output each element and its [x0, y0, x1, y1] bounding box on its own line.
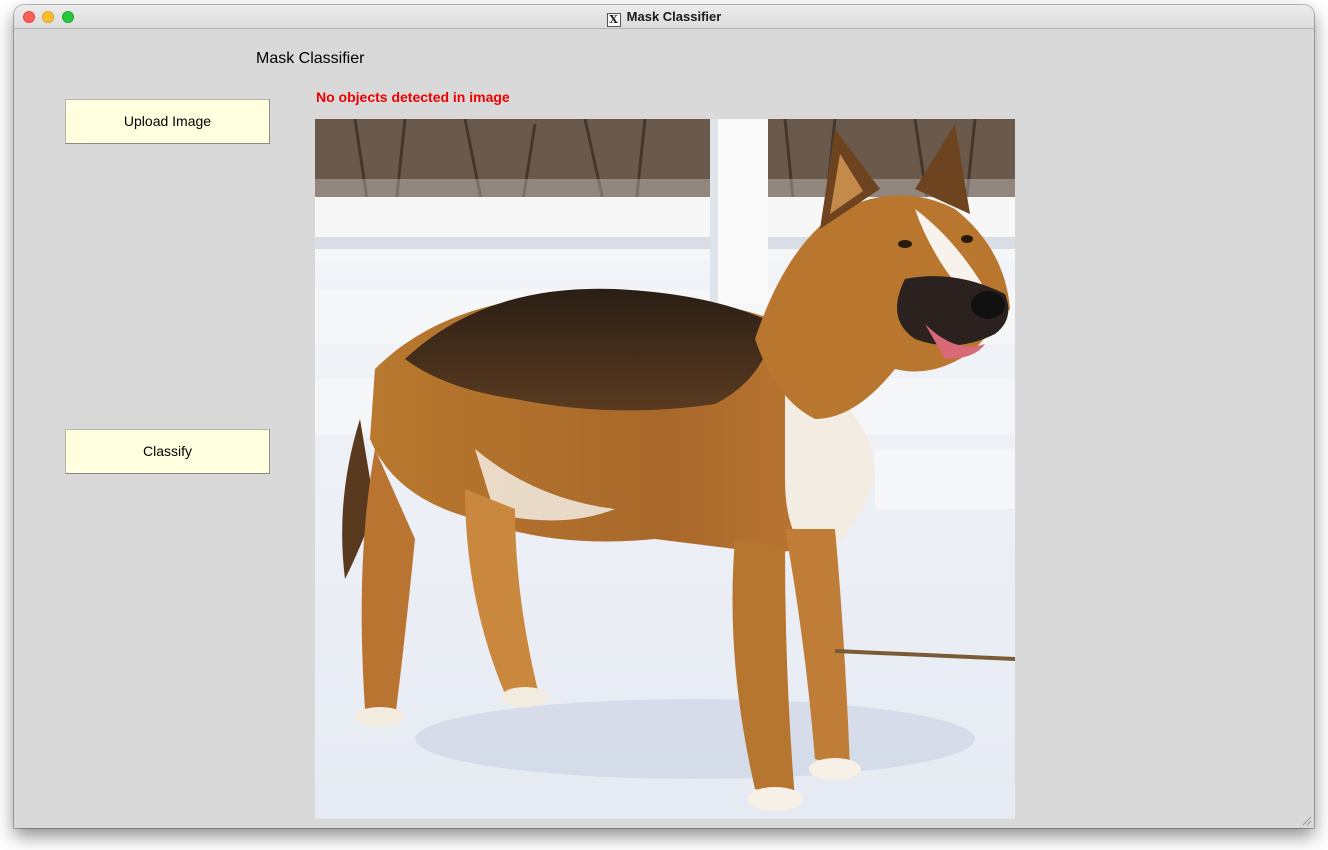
upload-image-button[interactable]: Upload Image — [65, 99, 270, 144]
dog-photo — [315, 119, 1015, 819]
window-title: X Mask Classifier — [14, 5, 1314, 28]
classify-button[interactable]: Classify — [65, 429, 270, 474]
status-message: No objects detected in image — [316, 89, 510, 105]
x11-app-icon: X — [606, 13, 621, 27]
close-window-button[interactable] — [23, 11, 35, 23]
app-window: X Mask Classifier Mask Classifier Upload … — [14, 5, 1314, 828]
zoom-window-button[interactable] — [62, 11, 74, 23]
app-heading: Mask Classifier — [256, 50, 365, 67]
uploaded-image — [315, 119, 1015, 819]
minimize-window-button[interactable] — [42, 11, 54, 23]
window-title-text: Mask Classifier — [626, 9, 722, 24]
title-bar[interactable]: X Mask Classifier — [14, 5, 1314, 29]
resize-grip-icon[interactable] — [1300, 814, 1312, 826]
